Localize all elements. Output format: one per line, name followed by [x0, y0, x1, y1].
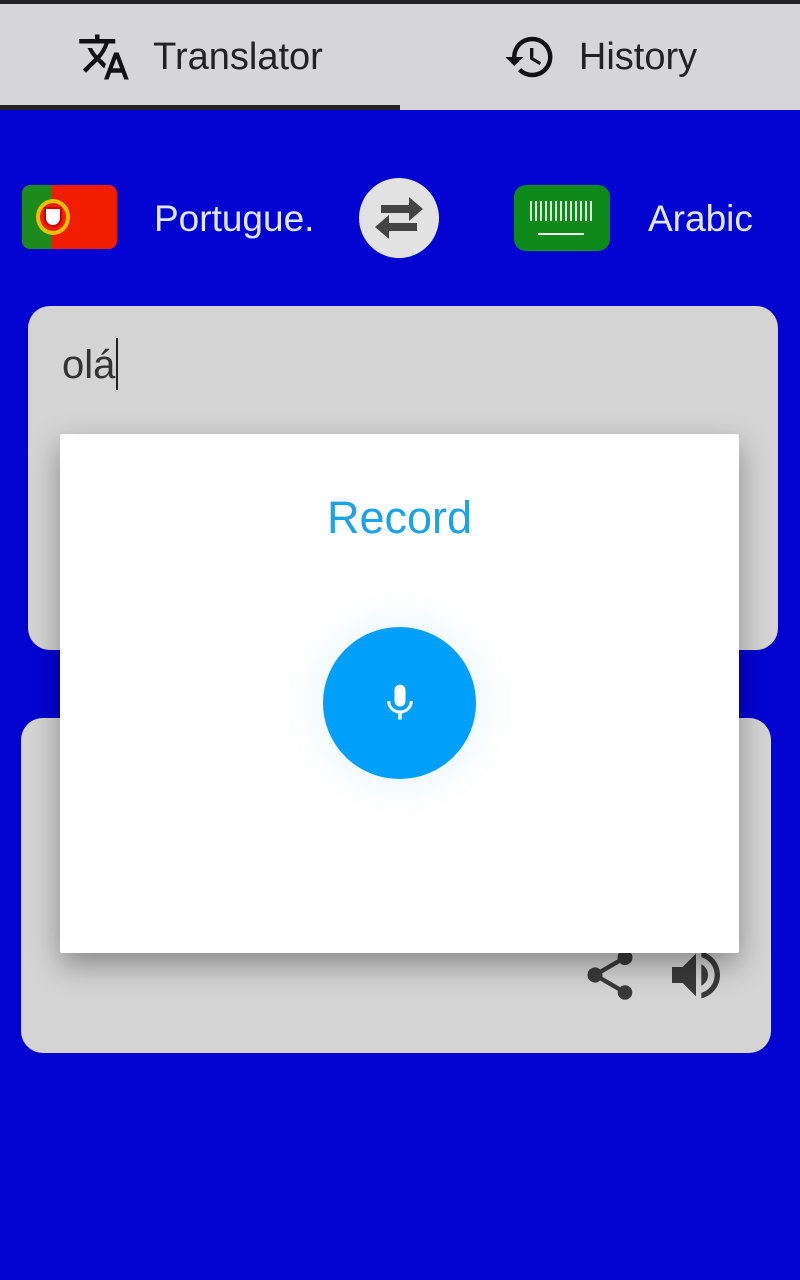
- target-language[interactable]: Arabic: [648, 198, 753, 240]
- mic-icon: [386, 684, 413, 720]
- history-icon: [505, 36, 553, 78]
- swap-languages-button[interactable]: [359, 178, 439, 258]
- source-text-value: olá: [62, 343, 116, 387]
- record-dialog: Record: [60, 434, 739, 953]
- record-button[interactable]: [323, 627, 476, 779]
- tab-history-label: History: [578, 35, 698, 78]
- swap-icon: [375, 197, 423, 239]
- tab-translator[interactable]: Translator: [0, 4, 400, 110]
- dialog-title: Record: [326, 492, 473, 543]
- tab-history[interactable]: History: [400, 4, 800, 110]
- tab-bar: Translator History: [0, 4, 800, 110]
- text-caret: [116, 338, 119, 390]
- tab-translator-label: Translator: [153, 35, 323, 78]
- source-language[interactable]: Portugue.: [154, 198, 314, 240]
- portugal-flag[interactable]: [22, 185, 117, 249]
- source-text-input[interactable]: olá: [62, 338, 119, 390]
- translate-icon: [79, 34, 129, 80]
- saudi-arabia-flag[interactable]: [514, 185, 610, 251]
- share-icon[interactable]: [580, 945, 640, 1005]
